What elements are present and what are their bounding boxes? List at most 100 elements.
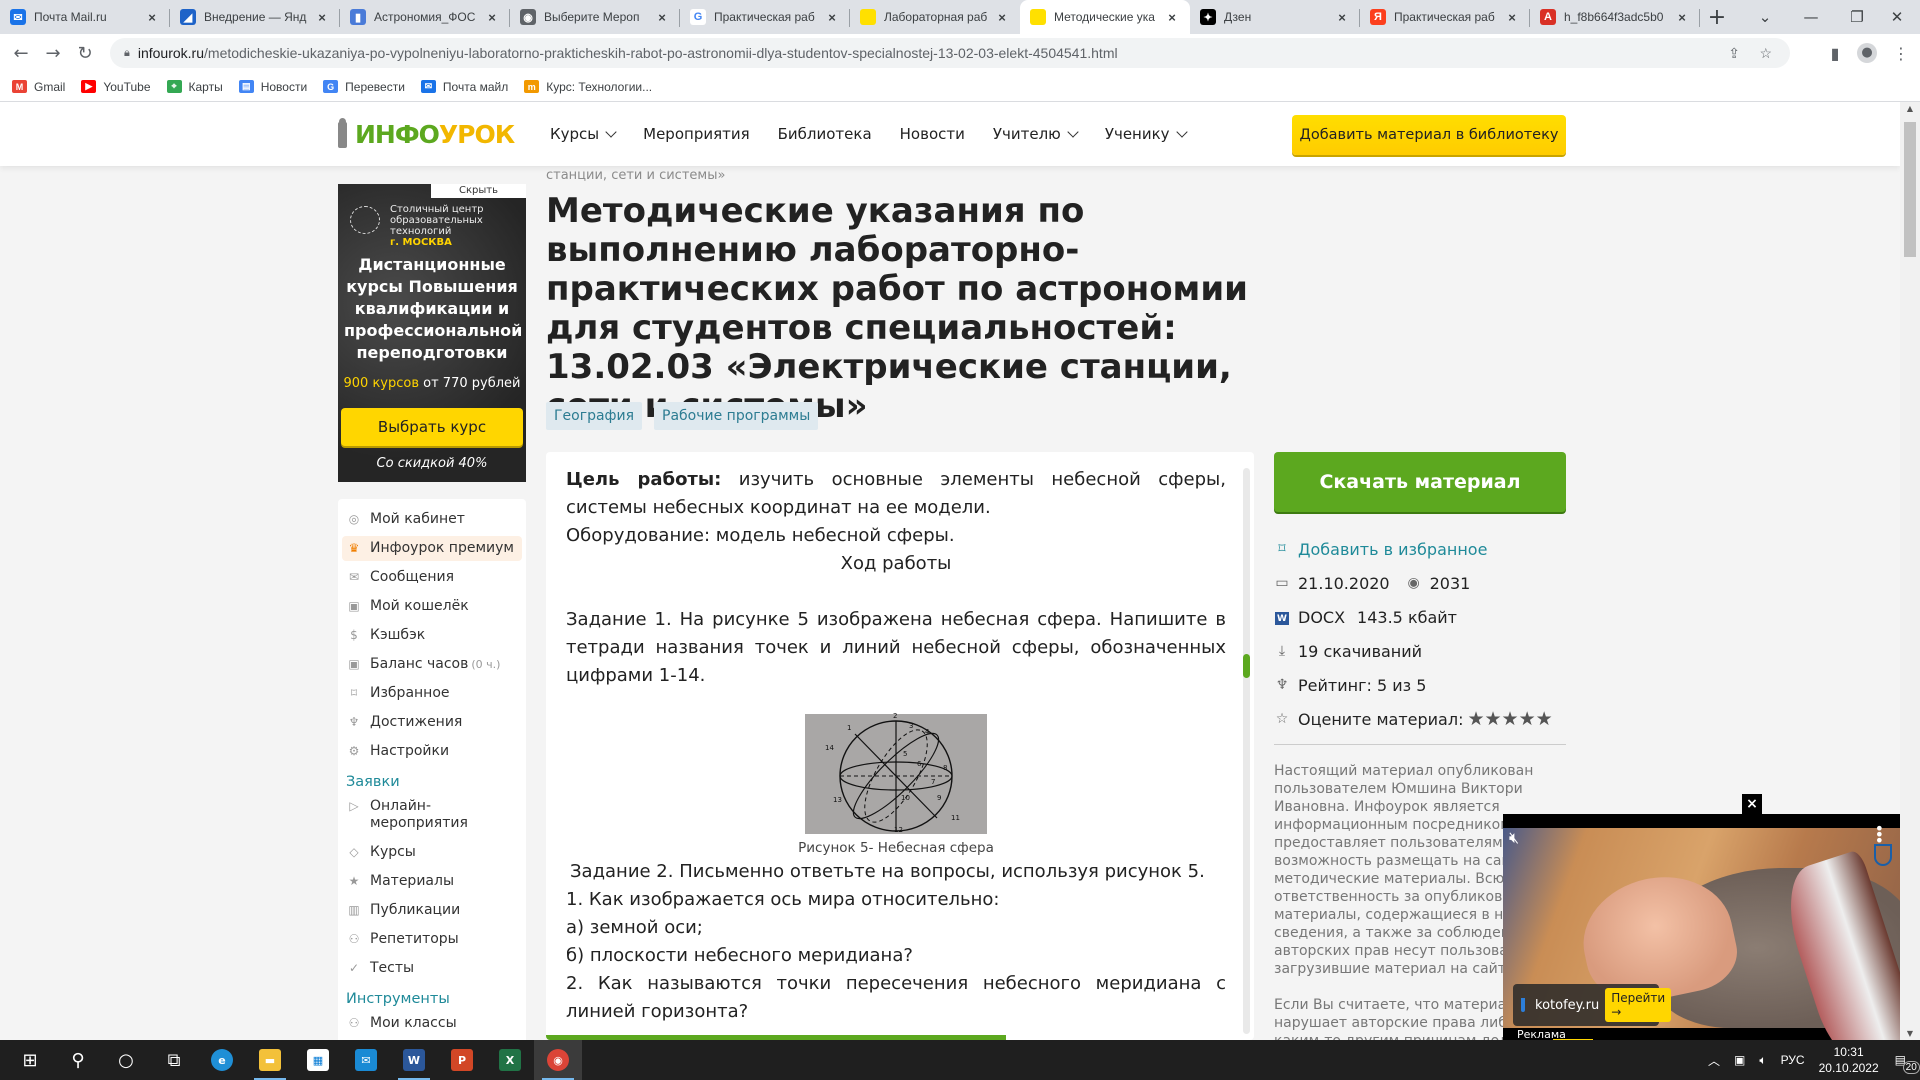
tab-close-icon[interactable]: × bbox=[314, 10, 330, 25]
rating-stars[interactable]: ★★★★★ bbox=[1467, 708, 1552, 730]
add-to-favorites-link[interactable]: ⌑ Добавить в избранное bbox=[1274, 532, 1566, 566]
scroll-down-arrow-icon[interactable]: ▼ bbox=[1900, 1029, 1920, 1038]
word-app[interactable]: W bbox=[390, 1040, 438, 1080]
powerpoint-app[interactable]: P bbox=[438, 1040, 486, 1080]
nav-item[interactable]: Мероприятия bbox=[643, 125, 749, 143]
tab-close-icon[interactable]: × bbox=[1504, 10, 1520, 25]
ad-go-button[interactable]: Перейти → bbox=[1605, 988, 1672, 1022]
side-menu-item[interactable]: ▣ Баланс часов (0 ч.) bbox=[338, 652, 526, 677]
nav-item[interactable]: Учителю bbox=[993, 125, 1079, 143]
tab-close-icon[interactable]: × bbox=[994, 10, 1010, 25]
tab-close-icon[interactable]: × bbox=[144, 10, 160, 25]
download-material-button[interactable]: Скачать материал bbox=[1274, 452, 1566, 512]
bookmark-item[interactable]: ▶ YouTube bbox=[81, 80, 151, 94]
nav-item[interactable]: Ученику bbox=[1105, 125, 1188, 143]
tab-close-icon[interactable]: × bbox=[654, 10, 670, 25]
edge-app[interactable]: e bbox=[198, 1040, 246, 1080]
show-hidden-icons[interactable]: ︿ bbox=[1708, 1052, 1720, 1069]
forward-button[interactable]: → bbox=[38, 38, 68, 68]
tab-search-button[interactable]: ⌄ bbox=[1742, 0, 1788, 34]
bookmark-item[interactable]: M Gmail bbox=[12, 80, 65, 94]
browser-tab[interactable]: ▮ Астрономия_ФОС × bbox=[340, 0, 510, 34]
nav-item[interactable]: Курсы bbox=[550, 125, 617, 143]
bookmark-item[interactable]: G Перевести bbox=[323, 80, 405, 94]
notifications-icon[interactable]: ▤ 20 bbox=[1895, 1053, 1920, 1074]
browser-tab[interactable]: Лабораторная раб × bbox=[850, 0, 1020, 34]
rating-star-icon[interactable]: ★ bbox=[1485, 708, 1502, 730]
side-menu-item[interactable]: ▷ Онлайн-мероприятия bbox=[338, 794, 526, 836]
search-button[interactable]: ⚲ bbox=[54, 1040, 102, 1080]
document-scrollbar[interactable] bbox=[1243, 468, 1250, 1034]
tab-close-icon[interactable]: × bbox=[824, 10, 840, 25]
infourok-logo[interactable]: ИНФО УРОК bbox=[338, 117, 515, 149]
rating-star-icon[interactable]: ★ bbox=[1502, 708, 1519, 730]
browser-tab[interactable]: ✉ Почта Mail.ru × bbox=[0, 0, 170, 34]
choose-course-button[interactable]: Выбрать курс bbox=[341, 408, 523, 446]
browser-tab[interactable]: Я Практическая раб × bbox=[1360, 0, 1530, 34]
tag-geography[interactable]: География bbox=[546, 402, 643, 430]
side-menu-item[interactable]: ✉ Сообщения bbox=[338, 565, 526, 590]
chrome-menu-icon[interactable]: ⋮ bbox=[1886, 38, 1916, 68]
nav-item[interactable]: Новости bbox=[900, 125, 965, 143]
profile-avatar[interactable]: ● bbox=[1852, 38, 1882, 68]
side-menu-item[interactable]: ✓ Тесты bbox=[338, 956, 526, 981]
volume-icon[interactable]: 🔈︎ bbox=[1759, 1053, 1766, 1068]
side-menu-item[interactable]: ♆ Достижения bbox=[338, 710, 526, 735]
course-ad-banner[interactable]: Скрыть Столичный центр образовательных т… bbox=[338, 184, 526, 482]
page-scrollbar-thumb[interactable] bbox=[1904, 122, 1916, 257]
excel-app[interactable]: X bbox=[486, 1040, 534, 1080]
task-view-button[interactable]: ⧉ bbox=[150, 1040, 198, 1080]
network-icon[interactable]: ▣ bbox=[1734, 1053, 1745, 1067]
tab-close-icon[interactable]: × bbox=[1674, 10, 1690, 25]
share-icon[interactable]: ⇪ bbox=[1728, 45, 1740, 62]
tab-close-icon[interactable]: × bbox=[1334, 10, 1350, 25]
new-tab-button[interactable]: + bbox=[1700, 0, 1734, 34]
side-menu-item[interactable]: ◎ Мой кабинет bbox=[338, 507, 526, 532]
muted-speaker-icon[interactable]: 🔇︎ bbox=[1509, 828, 1519, 848]
language-indicator[interactable]: РУС bbox=[1781, 1053, 1805, 1067]
browser-tab[interactable]: ◉ Выберите Мероп × bbox=[510, 0, 680, 34]
bookmark-item[interactable]: ▤ Новости bbox=[238, 80, 307, 94]
close-video-ad-button[interactable]: × bbox=[1742, 794, 1762, 814]
rating-star-icon[interactable]: ★ bbox=[1519, 708, 1536, 730]
close-window-button[interactable]: ✕ bbox=[1874, 0, 1920, 34]
side-menu-item[interactable]: ♛ Инфоурок премиум bbox=[342, 536, 522, 561]
hide-ad-button[interactable]: Скрыть bbox=[431, 184, 526, 198]
scroll-up-arrow-icon[interactable]: ▲ bbox=[1900, 104, 1920, 113]
side-menu-item[interactable]: ⚙ Настройки bbox=[338, 739, 526, 764]
ad-cta[interactable]: kotofey.ru Перейти → bbox=[1513, 984, 1672, 1026]
browser-tab[interactable]: ✦ Дзен × bbox=[1190, 0, 1360, 34]
tab-close-icon[interactable]: × bbox=[484, 10, 500, 25]
side-menu-item[interactable]: ▣ Мой кошелёк bbox=[338, 594, 526, 619]
start-button[interactable]: ⊞ bbox=[6, 1040, 54, 1080]
bookmark-item[interactable]: ✉ Почта майл bbox=[420, 80, 508, 94]
reload-button[interactable]: ↻ bbox=[70, 38, 100, 68]
browser-tab[interactable]: Методические ука × bbox=[1020, 0, 1190, 34]
browser-tab[interactable]: G Практическая раб × bbox=[680, 0, 850, 34]
nav-item[interactable]: Библиотека bbox=[778, 125, 872, 143]
bookmark-item[interactable]: m Курс: Технологии... bbox=[524, 80, 652, 94]
side-menu-item[interactable]: ⌑ Избранное bbox=[338, 681, 526, 706]
side-panel-icon[interactable]: ▮ bbox=[1820, 38, 1850, 68]
mail-app[interactable]: ✉ bbox=[342, 1040, 390, 1080]
side-menu-item[interactable]: $ Кэшбэк bbox=[338, 623, 526, 648]
file-explorer-app[interactable]: ▬ bbox=[246, 1040, 294, 1080]
back-button[interactable]: ← bbox=[6, 38, 36, 68]
add-material-button[interactable]: Добавить материал в библиотеку bbox=[1292, 115, 1566, 155]
address-bar[interactable]: 🔒︎ infourok.ru/metodicheskie-ukazaniya-p… bbox=[110, 38, 1790, 68]
side-menu-item[interactable]: ⚇ Мои классы bbox=[338, 1011, 526, 1036]
side-menu-item[interactable]: ▥ Публикации bbox=[338, 898, 526, 923]
browser-tab[interactable]: Ah_f8b664f3adc5b0 × bbox=[1530, 0, 1700, 34]
side-menu-item[interactable]: ⚇ Репетиторы bbox=[338, 927, 526, 952]
minimize-button[interactable]: — bbox=[1788, 0, 1834, 34]
document-preview[interactable]: Цель работы: изучить основные элементы н… bbox=[546, 452, 1254, 1040]
document-scrollbar-thumb[interactable] bbox=[1243, 654, 1250, 678]
bookmark-item[interactable]: ⌖ Карты bbox=[166, 80, 223, 94]
video-menu-icon[interactable]: • • • bbox=[1875, 821, 1884, 849]
page-scrollbar[interactable]: ▲ ▼ bbox=[1900, 102, 1920, 1040]
clock[interactable]: 10:31 20.10.2022 bbox=[1819, 1044, 1879, 1076]
side-menu-item[interactable]: ◇ Курсы bbox=[338, 840, 526, 865]
tab-close-icon[interactable]: × bbox=[1164, 10, 1180, 25]
browser-tab[interactable]: ◢ Внедрение — Янд × bbox=[170, 0, 340, 34]
side-menu-item[interactable]: ★ Материалы bbox=[338, 869, 526, 894]
